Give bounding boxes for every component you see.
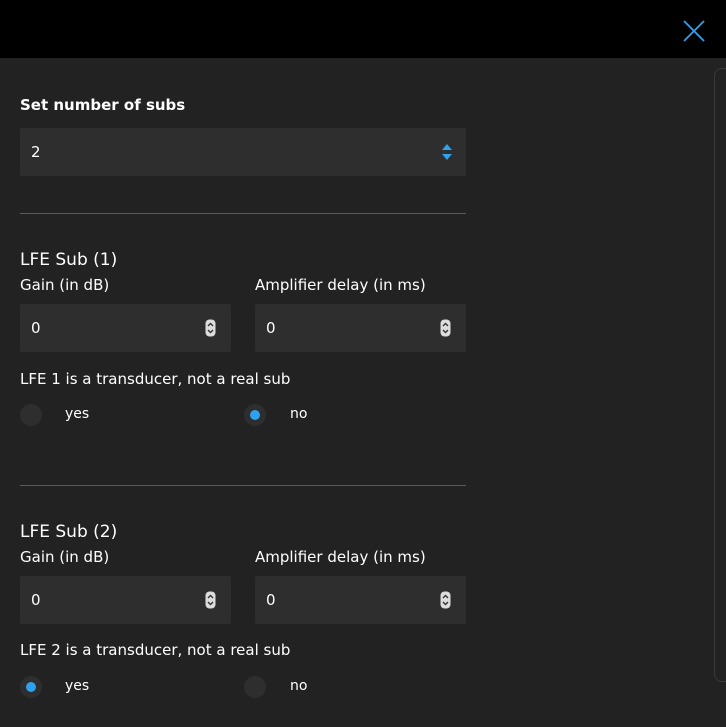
lfe-sub-1-gain-value: 0 <box>31 319 41 337</box>
stepper-icon[interactable] <box>205 319 216 337</box>
lfe-sub-1-yes-label: yes <box>65 406 90 422</box>
lfe-sub-2-transducer-label: LFE 2 is a transducer, not a real sub <box>20 641 291 659</box>
lfe-sub-1-title: LFE Sub (1) <box>20 250 118 270</box>
subs-count-select[interactable]: 2 <box>20 128 466 176</box>
lfe-sub-2-gain-label: Gain (in dB) <box>20 548 110 566</box>
scrollbar-track[interactable] <box>714 68 726 682</box>
lfe-sub-1-delay-input[interactable]: 0 <box>255 304 466 352</box>
lfe-sub-1-delay-value: 0 <box>266 319 276 337</box>
lfe-sub-2-gain-input[interactable]: 0 <box>20 576 231 624</box>
lfe-sub-1-no-label: no <box>290 406 308 422</box>
lfe-sub-2-no-label: no <box>290 678 308 694</box>
dialog-header <box>0 0 726 58</box>
lfe-sub-2-gain-value: 0 <box>31 591 41 609</box>
stepper-icon[interactable] <box>205 591 216 609</box>
lfe-sub-2-delay-value: 0 <box>266 591 276 609</box>
lfe-sub-1-delay-label: Amplifier delay (in ms) <box>255 276 426 294</box>
lfe-sub-2-delay-input[interactable]: 0 <box>255 576 466 624</box>
subs-count-label: Set number of subs <box>20 96 186 114</box>
section-divider <box>20 213 466 214</box>
lfe-sub-1-no-radio[interactable] <box>244 404 266 426</box>
stepper-icon[interactable] <box>440 319 451 337</box>
lfe-sub-1-yes-radio[interactable] <box>20 404 42 426</box>
lfe-sub-2-yes-label: yes <box>65 678 90 694</box>
sort-arrows-icon[interactable] <box>441 143 453 161</box>
subs-count-value: 2 <box>31 143 41 161</box>
lfe-sub-1-gain-input[interactable]: 0 <box>20 304 231 352</box>
lfe-sub-1-gain-label: Gain (in dB) <box>20 276 110 294</box>
lfe-sub-2-title: LFE Sub (2) <box>20 522 118 542</box>
section-divider <box>20 485 466 486</box>
stepper-icon[interactable] <box>440 591 451 609</box>
lfe-sub-2-delay-label: Amplifier delay (in ms) <box>255 548 426 566</box>
lfe-sub-2-yes-radio[interactable] <box>20 676 42 698</box>
lfe-sub-1-transducer-label: LFE 1 is a transducer, not a real sub <box>20 370 291 388</box>
close-icon[interactable] <box>682 19 706 43</box>
lfe-sub-2-no-radio[interactable] <box>244 676 266 698</box>
